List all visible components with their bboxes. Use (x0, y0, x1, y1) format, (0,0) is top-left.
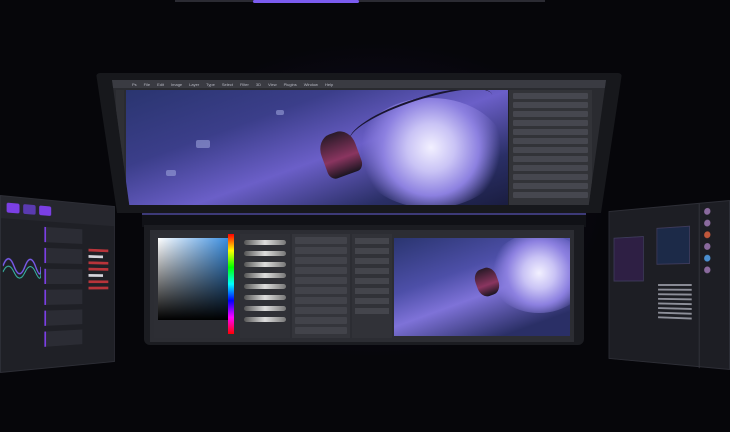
layer-row[interactable] (513, 93, 588, 99)
layer-row[interactable] (295, 277, 347, 284)
menu-item[interactable]: Plugins (284, 82, 297, 87)
menu-item[interactable]: Layer (189, 82, 199, 87)
layer-row[interactable] (513, 192, 588, 198)
property-row[interactable] (355, 268, 389, 274)
property-row[interactable] (355, 248, 389, 254)
layer-row[interactable] (295, 237, 347, 244)
top-bar-accent (253, 0, 359, 3)
layer-row[interactable] (513, 156, 588, 162)
artwork-canvas[interactable] (126, 90, 508, 205)
brush-preset[interactable] (244, 295, 286, 300)
brush-presets-panel (240, 234, 290, 338)
hue-slider[interactable] (228, 234, 234, 334)
list-item[interactable] (44, 329, 83, 347)
layer-row[interactable] (513, 129, 588, 135)
left-floating-window (0, 195, 115, 373)
list-item[interactable] (44, 289, 83, 305)
color-field[interactable] (158, 238, 228, 320)
menu-item[interactable]: Image (171, 82, 182, 87)
property-row[interactable] (355, 238, 389, 244)
layer-row[interactable] (513, 120, 588, 126)
brush-preset[interactable] (244, 262, 286, 267)
layer-row[interactable] (295, 307, 347, 314)
avatar-icon (704, 231, 711, 239)
list-item[interactable] (44, 309, 83, 326)
menu-item[interactable]: Window (304, 82, 318, 87)
property-row[interactable] (355, 278, 389, 284)
menu-item[interactable]: File (144, 82, 150, 87)
list-item[interactable] (44, 226, 83, 244)
layer-row[interactable] (513, 183, 588, 189)
right-floating-window (608, 200, 730, 370)
menu-item[interactable]: View (268, 82, 277, 87)
layer-row[interactable] (295, 257, 347, 264)
avatar-icon (704, 207, 711, 216)
avatar-icon (704, 219, 711, 227)
menu-item[interactable]: 3D (256, 82, 261, 87)
layer-row[interactable] (513, 147, 588, 153)
waveform-icon (3, 246, 41, 286)
left-window-tab-2[interactable] (23, 204, 36, 215)
brush-preset[interactable] (244, 284, 286, 289)
log-text-block (88, 245, 113, 299)
layer-row[interactable] (513, 102, 588, 108)
menu-item[interactable]: Ps (132, 82, 137, 87)
brush-preset[interactable] (244, 306, 286, 311)
moon-glow (489, 238, 570, 313)
layers-panel (508, 90, 592, 205)
brush-preset[interactable] (244, 240, 286, 245)
laptop-top-screen: Ps File Edit Image Layer Type Select Fil… (112, 80, 606, 205)
avatar-icon (704, 254, 711, 262)
layer-row[interactable] (513, 138, 588, 144)
menu-item[interactable]: Help (325, 82, 333, 87)
property-row[interactable] (355, 308, 389, 314)
left-window-tab-3[interactable] (39, 205, 52, 216)
layer-row[interactable] (295, 327, 347, 334)
article-text (658, 281, 692, 322)
layer-row[interactable] (295, 287, 347, 294)
debris (276, 110, 284, 115)
layer-row[interactable] (513, 174, 588, 180)
properties-panel (352, 234, 392, 338)
layers-panel-secondary (292, 234, 350, 338)
canvas-preview[interactable] (394, 238, 570, 336)
brush-preset[interactable] (244, 317, 286, 322)
laptop-secondary-screen (150, 230, 574, 342)
property-row[interactable] (355, 288, 389, 294)
left-window-header (0, 196, 115, 227)
color-picker-panel (154, 234, 234, 338)
layer-row[interactable] (295, 267, 347, 274)
brush-preset[interactable] (244, 251, 286, 256)
avatar-icon (704, 266, 711, 274)
poster-card[interactable] (656, 225, 690, 265)
avatar-icon (704, 242, 711, 251)
property-row[interactable] (355, 298, 389, 304)
chat-divider (698, 203, 700, 369)
list-item[interactable] (44, 268, 83, 284)
list-item[interactable] (44, 247, 83, 264)
left-window-tab-1[interactable] (6, 202, 20, 214)
layer-row[interactable] (513, 111, 588, 117)
property-row[interactable] (355, 258, 389, 264)
layer-row[interactable] (513, 165, 588, 171)
menu-item[interactable]: Select (222, 82, 233, 87)
poster-card[interactable] (613, 236, 644, 282)
debris (196, 140, 210, 148)
layer-row[interactable] (295, 317, 347, 324)
app-menubar: Ps File Edit Image Layer Type Select Fil… (112, 80, 606, 88)
layer-row[interactable] (295, 247, 347, 254)
debris (166, 170, 176, 176)
brush-preset[interactable] (244, 273, 286, 278)
top-bar (175, 0, 545, 3)
menu-item[interactable]: Edit (157, 82, 164, 87)
menu-item[interactable]: Type (206, 82, 215, 87)
menu-item[interactable]: Filter (240, 82, 249, 87)
layer-row[interactable] (295, 297, 347, 304)
